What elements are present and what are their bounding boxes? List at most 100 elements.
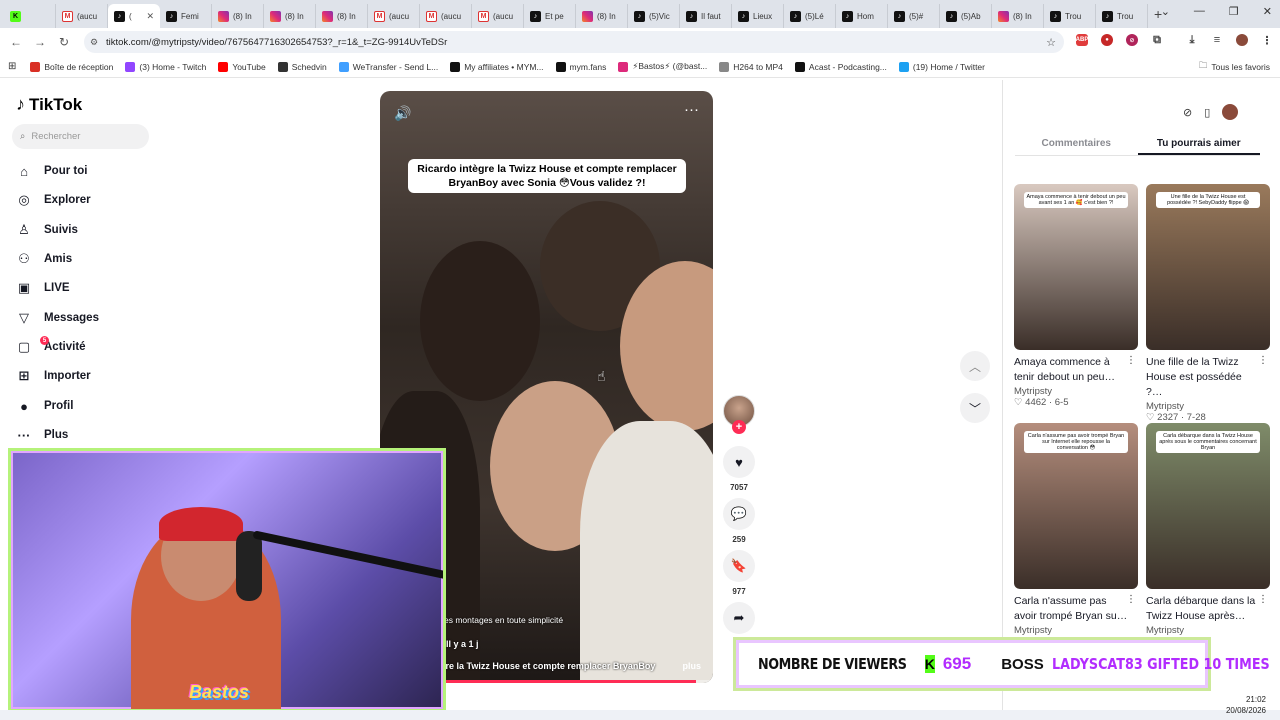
browser-tab[interactable]: (8) In xyxy=(992,4,1044,28)
address-bar[interactable]: ⚙ tiktok.com/@mytripsty/video/7675647716… xyxy=(84,31,1064,53)
media-icon[interactable]: ≡ xyxy=(1211,34,1223,46)
minimize-icon[interactable]: — xyxy=(1194,5,1205,18)
browser-tab[interactable]: ♪ Il faut xyxy=(680,4,732,28)
recommended-video-card[interactable]: Carla n'assume pas avoir trompé Bryan su… xyxy=(1014,423,1138,636)
recommended-video-card[interactable]: Une fille de la Twizz House est possédée… xyxy=(1146,184,1270,423)
browser-tab[interactable]: (8) In xyxy=(576,4,628,28)
tab-you-may-like[interactable]: Tu pourrais aimer xyxy=(1137,134,1260,155)
share-icon[interactable]: ➦ xyxy=(723,602,755,634)
bookmark-item[interactable]: YouTube xyxy=(218,61,266,72)
download-icon[interactable]: ⤓ xyxy=(1186,34,1198,46)
sidebar-item-messages[interactable]: ▽ Messages xyxy=(16,310,99,326)
back-icon[interactable]: ← xyxy=(4,35,28,49)
card-author[interactable]: Mytripsty xyxy=(1146,625,1270,636)
card-title[interactable]: Amaya commence à tenir debout un peu… xyxy=(1014,355,1138,385)
user-avatar[interactable] xyxy=(1222,104,1239,120)
volume-icon[interactable]: 🔊 xyxy=(394,105,411,122)
bookmark-item[interactable]: WeTransfer - Send L... xyxy=(338,61,438,72)
browser-tab[interactable]: M (aucu xyxy=(368,4,420,28)
device-icon[interactable]: ▯ xyxy=(1204,106,1210,119)
recommended-video-card[interactable]: Amaya commence à tenir debout un peu ava… xyxy=(1014,184,1138,408)
card-title[interactable]: Carla débarque dans la Twizz House après… xyxy=(1146,594,1270,624)
video-thumbnail[interactable]: Carla n'assume pas avoir trompé Bryan su… xyxy=(1014,423,1138,589)
video-thumbnail[interactable]: Une fille de la Twizz House est possédée… xyxy=(1146,184,1270,350)
close-window-icon[interactable]: ✕ xyxy=(1263,5,1272,18)
extension-block-icon[interactable]: ⊘ xyxy=(1126,34,1138,46)
card-more-icon[interactable]: ⋮ xyxy=(1258,355,1268,366)
description-more-link[interactable]: plus xyxy=(682,661,701,671)
sidebar-item-amis[interactable]: ⚇ Amis xyxy=(16,251,72,267)
forward-icon[interactable]: → xyxy=(28,35,52,49)
site-info-icon[interactable]: ⚙ xyxy=(90,37,98,48)
card-more-icon[interactable]: ⋮ xyxy=(1126,355,1136,366)
card-more-icon[interactable]: ⋮ xyxy=(1258,594,1268,605)
bookmark-item[interactable]: H264 to MP4 xyxy=(719,61,783,72)
card-author[interactable]: Mytripsty xyxy=(1014,625,1138,636)
bookmark-item[interactable]: Boîte de réception xyxy=(30,61,113,72)
profile-avatar[interactable] xyxy=(1236,34,1248,46)
bookmark-item[interactable]: (19) Home / Twitter xyxy=(898,61,985,72)
bookmark-item[interactable]: Schedvin xyxy=(277,61,327,72)
card-author[interactable]: Mytripsty xyxy=(1014,386,1138,397)
sidebar-item-suivis[interactable]: ♙ Suivis xyxy=(16,222,78,238)
browser-tab[interactable]: ♪ Hom xyxy=(836,4,888,28)
browser-tab[interactable]: (8) In xyxy=(316,4,368,28)
more-options-icon[interactable]: ··· xyxy=(684,101,699,118)
reload-icon[interactable]: ↻ xyxy=(52,35,76,49)
sidebar-item-live[interactable]: ▣ LIVE xyxy=(16,280,70,296)
comment-icon[interactable]: 💬 xyxy=(723,498,755,530)
bookmark-item[interactable]: ⚡Bastos⚡ (@bast... xyxy=(618,61,707,72)
previous-video-button[interactable]: ︿ xyxy=(960,351,990,381)
close-tab-icon[interactable]: ✕ xyxy=(146,11,154,22)
next-video-button[interactable]: ﹀ xyxy=(960,393,990,423)
bookmark-item[interactable]: (3) Home - Twitch xyxy=(125,61,206,72)
browser-tab[interactable]: ♪ Trou xyxy=(1044,4,1096,28)
all-bookmarks-button[interactable]: 🗀 Tous les favoris xyxy=(1199,60,1270,74)
bookmark-item[interactable]: Acast - Podcasting... xyxy=(794,61,887,72)
video-thumbnail[interactable]: Amaya commence à tenir debout un peu ava… xyxy=(1014,184,1138,350)
save-action[interactable]: 🔖 977 xyxy=(723,550,755,596)
browser-tab[interactable]: K xyxy=(4,4,56,28)
tiktok-logo[interactable]: ♪ TikTok xyxy=(16,94,82,115)
bookmark-icon[interactable]: 🔖 xyxy=(723,550,755,582)
browser-tab[interactable]: (8) In xyxy=(264,4,316,28)
sidebar-item-pour-toi[interactable]: ⌂ Pour toi xyxy=(16,163,87,179)
compass-icon[interactable]: ⊘ xyxy=(1183,106,1192,119)
browser-tab[interactable]: (8) In xyxy=(212,4,264,28)
recommended-video-card[interactable]: Carla débarque dans la Twizz House après… xyxy=(1146,423,1270,636)
apps-icon[interactable]: ⊞ xyxy=(8,61,16,72)
browser-tab[interactable]: ♪ Et pe xyxy=(524,4,576,28)
tab-comments[interactable]: Commentaires xyxy=(1015,134,1138,155)
browser-tab[interactable]: M (aucu xyxy=(56,4,108,28)
sidebar-item-profil[interactable]: ● Profil xyxy=(16,398,73,414)
bookmark-item[interactable]: mym.fans xyxy=(555,61,606,72)
browser-tab[interactable]: ♪ Lieux xyxy=(732,4,784,28)
browser-tab[interactable]: ♪ (5)Lé xyxy=(784,4,836,28)
sidebar-item-activit-[interactable]: ▢ 5 Activité xyxy=(16,336,86,355)
card-more-icon[interactable]: ⋮ xyxy=(1126,594,1136,605)
follow-button[interactable]: + xyxy=(732,420,746,434)
tab-search-icon[interactable]: ⌄ xyxy=(1161,5,1170,18)
comment-action[interactable]: 💬 259 xyxy=(723,498,755,544)
browser-tab[interactable]: ♪ (5)Vic xyxy=(628,4,680,28)
browser-tab[interactable]: ♪ (✕ xyxy=(108,4,160,28)
sidebar-item-plus[interactable]: ··· Plus xyxy=(16,427,69,443)
puzzle-icon[interactable]: ⧉ xyxy=(1151,34,1163,46)
maximize-icon[interactable]: ❐ xyxy=(1229,5,1239,18)
browser-tab[interactable]: M (aucu xyxy=(420,4,472,28)
browser-tab[interactable]: ♪ Trou xyxy=(1096,4,1148,28)
card-author[interactable]: Mytripsty xyxy=(1146,401,1270,412)
bookmark-item[interactable]: My affiliates • MYM... xyxy=(450,61,544,72)
heart-icon[interactable]: ♥ xyxy=(723,446,755,478)
browser-tab[interactable]: ♪ Femi xyxy=(160,4,212,28)
card-title[interactable]: Carla n'assume pas avoir trompé Bryan su… xyxy=(1014,594,1138,624)
adblock-icon[interactable]: ABP xyxy=(1076,34,1088,46)
browser-tab[interactable]: ♪ (5)# xyxy=(888,4,940,28)
sidebar-item-importer[interactable]: ⊞ Importer xyxy=(16,368,91,384)
sidebar-item-explorer[interactable]: ◎ Explorer xyxy=(16,192,90,208)
extension-red-icon[interactable]: ● xyxy=(1101,34,1113,46)
video-thumbnail[interactable]: Carla débarque dans la Twizz House après… xyxy=(1146,423,1270,589)
card-title[interactable]: Une fille de la Twizz House est possédée… xyxy=(1146,355,1270,400)
menu-icon[interactable]: ⋮ xyxy=(1261,34,1273,47)
search-input[interactable]: ⌕ Rechercher xyxy=(12,124,149,149)
